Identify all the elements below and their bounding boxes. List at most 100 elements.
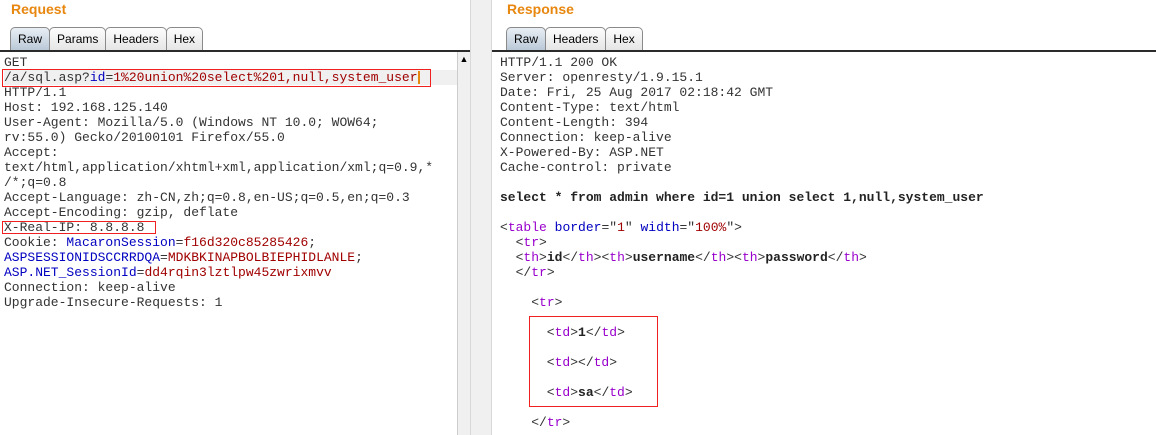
- highlight-box-url: [2, 69, 431, 87]
- code-token: HTTP/1.1: [4, 85, 67, 100]
- code-token: tr: [523, 235, 540, 250]
- code-line: <tr>: [500, 235, 1156, 250]
- code-token: Host: 192.168.125.140: [4, 100, 168, 115]
- code-line: /*;q=0.8: [4, 175, 457, 190]
- code-token: Content-Length: 394: [500, 115, 649, 130]
- code-line: </tr>: [500, 415, 1156, 430]
- code-token: Content-Type: text/html: [500, 100, 680, 115]
- code-line: Accept:: [4, 145, 457, 160]
- code-token: </: [562, 250, 579, 265]
- request-tabs: Raw Params Headers Hex: [10, 27, 204, 51]
- tab-params[interactable]: Params: [49, 27, 107, 51]
- code-token: =: [160, 250, 168, 265]
- code-token: </: [695, 250, 711, 265]
- code-token: =": [679, 220, 696, 235]
- code-line: User-Agent: Mozilla/5.0 (Windows NT 10.0…: [4, 115, 457, 130]
- code-token: select * from admin where id=1 union sel…: [500, 190, 984, 205]
- code-token: username: [632, 250, 696, 265]
- code-token: <: [500, 295, 540, 310]
- code-token: >: [546, 265, 555, 280]
- code-token: X-Powered-By: ASP.NET: [500, 145, 664, 160]
- code-line: Accept-Encoding: gzip, deflate: [4, 205, 457, 220]
- code-token: ><: [593, 250, 610, 265]
- code-token: >: [539, 250, 547, 265]
- code-token: tr: [531, 265, 547, 280]
- code-token: th: [578, 250, 594, 265]
- code-token: </: [827, 250, 844, 265]
- code-line: Server: openresty/1.9.15.1: [500, 70, 1156, 85]
- code-token: width: [640, 220, 680, 235]
- tab-hex[interactable]: Hex: [165, 27, 204, 51]
- code-token: Upgrade-Insecure-Requests: 1: [4, 295, 223, 310]
- code-token: </: [500, 265, 532, 280]
- request-editor[interactable]: GET/a/sql.asp?id=1%20union%20select%201,…: [0, 52, 457, 435]
- code-token: Cookie:: [4, 235, 67, 250]
- code-token: rv:55.0) Gecko/20100101 Firefox/55.0: [4, 130, 285, 145]
- tab-raw[interactable]: Raw: [10, 27, 51, 51]
- code-token: HTTP/1.1 200 OK: [500, 55, 618, 70]
- highlight-box-result: [529, 316, 658, 407]
- code-token: 1: [617, 220, 625, 235]
- code-token: tr: [539, 295, 555, 310]
- code-token: table: [507, 220, 547, 235]
- tab-hex[interactable]: Hex: [605, 27, 643, 51]
- code-token: Connection: keep-alive: [4, 280, 176, 295]
- code-line: </tr>: [500, 265, 1156, 280]
- tab-headers[interactable]: Headers: [105, 27, 167, 51]
- code-token: Cache-control: private: [500, 160, 672, 175]
- code-token: th: [741, 250, 758, 265]
- code-token: Server: openresty/1.9.15.1: [500, 70, 703, 85]
- code-line: rv:55.0) Gecko/20100101 Firefox/55.0: [4, 130, 457, 145]
- code-token: >: [624, 250, 633, 265]
- tab-headers[interactable]: Headers: [545, 27, 607, 51]
- code-token: th: [710, 250, 727, 265]
- code-line: GET: [4, 55, 457, 70]
- code-line: Upgrade-Insecure-Requests: 1: [4, 295, 457, 310]
- code-token: id: [546, 250, 563, 265]
- code-token: ASPSESSIONIDSCCRRDQA: [4, 250, 161, 265]
- code-line: Content-Length: 394: [500, 115, 1156, 130]
- code-line: <tr>: [500, 295, 1156, 310]
- code-token: <: [500, 250, 524, 265]
- code-token: Accept:: [4, 145, 59, 160]
- code-token: User-Agent: Mozilla/5.0 (Windows NT 10.0…: [4, 115, 379, 130]
- code-token: >: [539, 235, 547, 250]
- code-line: <table border="1" width="100%">: [500, 220, 1156, 235]
- request-panel: Request Raw Params Headers Hex GET/a/sql.as…: [0, 0, 470, 435]
- code-token: MacaronSession: [66, 235, 176, 250]
- request-title: Request: [11, 1, 67, 17]
- code-line: Host: 192.168.125.140: [4, 100, 457, 115]
- code-line: Connection: keep-alive: [500, 130, 1156, 145]
- code-token: <: [500, 220, 508, 235]
- code-line: Accept-Language: zh-CN,zh;q=0.8,en-US;q=…: [4, 190, 457, 205]
- code-token: 100%: [695, 220, 727, 235]
- code-token: th: [843, 250, 859, 265]
- code-token: th: [523, 250, 540, 265]
- response-title: Response: [507, 1, 574, 17]
- code-token: text/html,application/xhtml+xml,applicat…: [4, 160, 434, 175]
- code-token: </: [500, 415, 547, 430]
- code-token: ">: [726, 220, 742, 235]
- response-tabs: Raw Headers Hex: [506, 27, 643, 51]
- tab-raw[interactable]: Raw: [506, 27, 547, 51]
- code-token: f16d320c85285426: [183, 235, 309, 250]
- panel-divider[interactable]: [470, 0, 492, 435]
- code-line: <th>id</th><th>username</th><th>password…: [500, 250, 1156, 265]
- code-line: ASPSESSIONIDSCCRRDQA=MDKBKINAPBOLBIEPHID…: [4, 250, 457, 265]
- code-token: >: [562, 415, 571, 430]
- code-token: Date: Fri, 25 Aug 2017 02:18:42 GMT: [500, 85, 774, 100]
- code-line: Date: Fri, 25 Aug 2017 02:18:42 GMT: [500, 85, 1156, 100]
- code-line: Cookie: MacaronSession=f16d320c85285426;: [4, 235, 457, 250]
- code-token: <: [500, 235, 524, 250]
- code-line: X-Powered-By: ASP.NET: [500, 145, 1156, 160]
- code-token: MDKBKINAPBOLBIEPHIDLANLE: [167, 250, 356, 265]
- scroll-up-icon[interactable]: ▲: [458, 52, 470, 67]
- code-token: ;: [355, 250, 363, 265]
- code-token: ": [624, 220, 641, 235]
- request-scrollbar[interactable]: ▲: [457, 52, 470, 435]
- code-token: th: [609, 250, 625, 265]
- code-token: >: [554, 295, 563, 310]
